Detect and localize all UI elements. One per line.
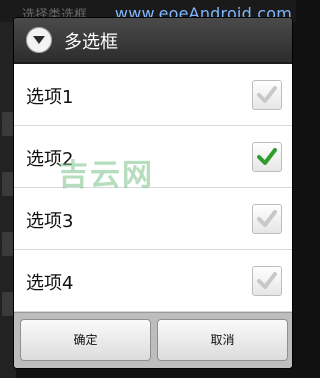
- chevron-down-circle-icon: [26, 27, 52, 53]
- check-icon: [257, 86, 277, 103]
- chevron-down-icon: [33, 36, 45, 44]
- option-checkbox[interactable]: [252, 142, 282, 172]
- option-label: 选项3: [26, 211, 74, 232]
- option-item-3[interactable]: 选项3: [14, 188, 292, 250]
- ok-button[interactable]: 确定: [20, 319, 151, 361]
- option-label: 选项4: [26, 273, 74, 294]
- check-icon: [257, 210, 277, 227]
- dialog-title-bar: 多选框: [14, 18, 292, 64]
- option-label: 选项1: [26, 87, 74, 108]
- background-peek: [2, 292, 14, 316]
- background-peek: [2, 172, 14, 196]
- option-checkbox[interactable]: [252, 80, 282, 110]
- background-peek: [2, 112, 14, 136]
- dialog-button-bar: 确定 取消: [14, 312, 292, 368]
- check-icon: [257, 148, 277, 165]
- option-item-1[interactable]: 选项1: [14, 64, 292, 126]
- dialog-title: 多选框: [64, 32, 118, 53]
- option-checkbox[interactable]: [252, 204, 282, 234]
- multi-choice-dialog: 多选框 选项1 选项2 选项3 选项4 吉云网 确定 取消: [14, 18, 292, 368]
- background-peek: [2, 232, 14, 256]
- option-item-4[interactable]: 选项4: [14, 250, 292, 312]
- check-icon: [257, 272, 277, 289]
- option-checkbox[interactable]: [252, 266, 282, 296]
- cancel-button[interactable]: 取消: [157, 319, 288, 361]
- overlay-watermark: 吉云网: [58, 158, 154, 193]
